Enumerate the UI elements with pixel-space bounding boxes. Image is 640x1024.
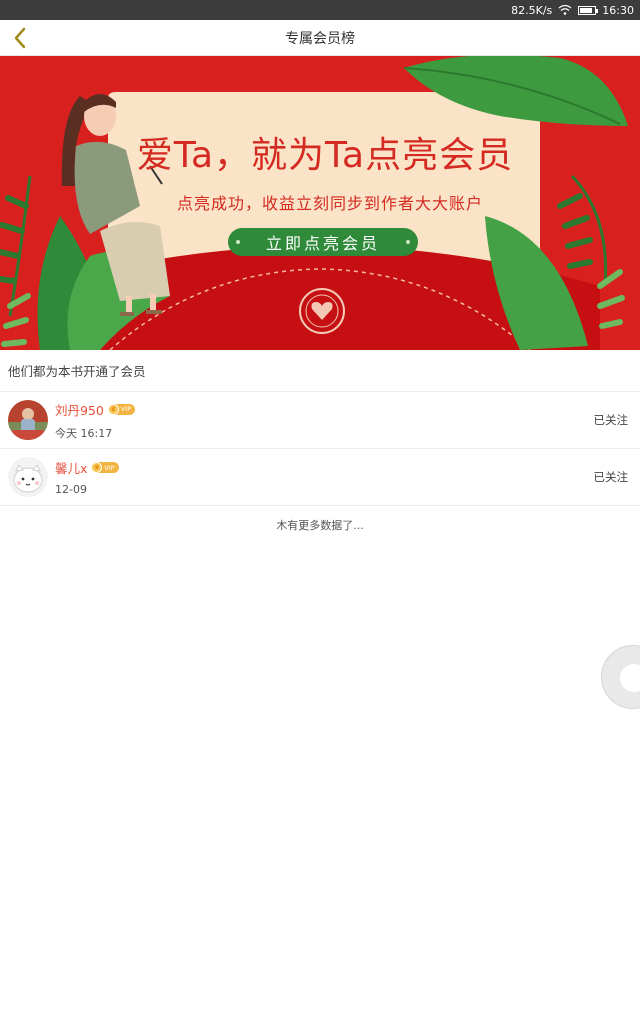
member-row[interactable]: 馨儿x ♛ VIP 12-09 已关注 (0, 449, 640, 506)
member-banner[interactable]: 爱Ta，就为Ta点亮会员 点亮成功，收益立刻同步到作者大大账户 立即点亮会员 (0, 56, 640, 350)
no-more-data: 木有更多数据了... (276, 519, 364, 532)
floating-button-inner (620, 664, 640, 692)
crown-icon: ♛ (91, 462, 103, 473)
status-bar: 82.5K/s 16:30 (0, 0, 640, 20)
nav-bar: 专属会员榜 (0, 20, 640, 56)
member-name[interactable]: 馨儿x (55, 458, 87, 477)
follow-status-button[interactable]: 已关注 (594, 469, 629, 485)
vip-badge: ♛ VIP (91, 462, 119, 473)
floating-assist-button[interactable] (601, 645, 640, 709)
crown-icon: ♛ (107, 403, 119, 415)
banner-headline: 爱Ta，就为Ta点亮会员 (136, 135, 514, 176)
member-row[interactable]: 刘丹950 ♛ VIP 今天 16:17 已关注 (0, 392, 640, 449)
page-title: 专属会员榜 (285, 30, 355, 47)
network-speed: 82.5K/s (511, 3, 553, 17)
heart-seal-icon (299, 288, 345, 334)
avatar[interactable] (8, 400, 48, 440)
member-time: 12-09 (55, 483, 87, 496)
cta-button[interactable]: 立即点亮会员 (228, 228, 418, 256)
cta-label: 立即点亮会员 (265, 234, 380, 253)
wifi-icon (558, 4, 572, 15)
battery-icon (578, 5, 599, 15)
member-name[interactable]: 刘丹950 (55, 400, 104, 419)
chevron-left-icon (14, 27, 26, 49)
banner-subline: 点亮成功，收益立刻同步到作者大大账户 (176, 194, 483, 213)
section-title: 他们都为本书开通了会员 (0, 350, 640, 392)
vip-badge: ♛ VIP (107, 403, 136, 415)
avatar[interactable] (8, 457, 48, 497)
clock: 16:30 (602, 3, 634, 17)
back-button[interactable] (6, 24, 34, 52)
follow-status-button[interactable]: 已关注 (594, 412, 629, 428)
member-time: 今天 16:17 (55, 426, 113, 440)
